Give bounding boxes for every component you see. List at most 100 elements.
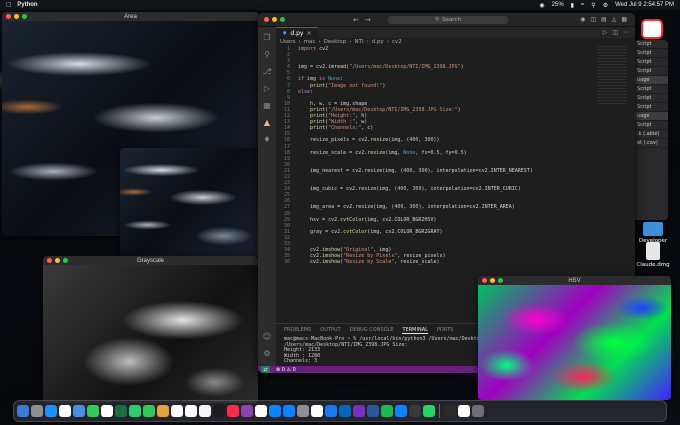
- breadcrumb-item[interactable]: Users: [280, 39, 295, 45]
- news-icon[interactable]: [255, 405, 267, 417]
- list-item[interactable]: Script: [635, 94, 668, 103]
- recent-window-icon[interactable]: [444, 405, 456, 417]
- list-item[interactable]: Script: [635, 58, 668, 67]
- close-button[interactable]: [482, 278, 487, 283]
- messages-icon[interactable]: [87, 405, 99, 417]
- music-icon[interactable]: [227, 405, 239, 417]
- spotify-icon[interactable]: [381, 405, 393, 417]
- search-icon[interactable]: ⚲: [264, 50, 270, 59]
- app-store-icon[interactable]: [283, 405, 295, 417]
- list-item[interactable]: Script: [635, 40, 668, 49]
- list-item[interactable]: Script: [635, 67, 668, 76]
- finder-icon[interactable]: [17, 405, 29, 417]
- list-item[interactable]: Script: [635, 121, 668, 130]
- testing-icon[interactable]: ▲: [264, 118, 270, 127]
- split-editor-icon[interactable]: ◫: [612, 29, 618, 36]
- zoom-button[interactable]: [280, 17, 285, 22]
- preview-icon[interactable]: [311, 405, 323, 417]
- launchpad-icon[interactable]: [31, 405, 43, 417]
- search-icon[interactable]: ⚲: [591, 2, 595, 9]
- minimize-button[interactable]: [55, 258, 60, 263]
- wifi-icon[interactable]: ≈: [581, 2, 584, 8]
- claude-dmg[interactable]: Claude.dmg: [633, 242, 673, 268]
- close-button[interactable]: [264, 17, 269, 22]
- breadcrumb-item[interactable]: cv2: [392, 39, 402, 45]
- remote-icon[interactable]: ⇄: [261, 366, 270, 373]
- podcasts-icon[interactable]: [241, 405, 253, 417]
- zoom-video-icon[interactable]: [395, 405, 407, 417]
- calendar-icon[interactable]: [171, 405, 183, 417]
- copilot-icon[interactable]: ◉: [580, 16, 585, 23]
- list-item[interactable]: uage: [635, 76, 668, 85]
- photos-icon[interactable]: [101, 405, 113, 417]
- vscode-dock-icon[interactable]: [339, 405, 351, 417]
- more-actions-icon[interactable]: ⋯: [623, 29, 629, 36]
- run-debug-icon[interactable]: ▷: [264, 84, 270, 93]
- layout-sidebar-icon[interactable]: ◫: [590, 16, 596, 23]
- list-item[interactable]: Script: [635, 49, 668, 58]
- breadcrumb-item[interactable]: NTI: [354, 39, 363, 45]
- minimize-button[interactable]: [490, 278, 495, 283]
- zoom-app-icon[interactable]: [73, 405, 85, 417]
- apple-icon[interactable]: : [6, 2, 11, 9]
- whatsapp-icon[interactable]: [423, 405, 435, 417]
- layout-panel-icon[interactable]: ▤: [601, 16, 607, 23]
- account-icon[interactable]: ☺: [263, 332, 271, 341]
- panel-tab-debug-console[interactable]: DEBUG CONSOLE: [350, 327, 394, 334]
- apple-tv-icon[interactable]: [213, 405, 225, 417]
- tab-d-py[interactable]: ♦ d.py ×: [276, 27, 318, 38]
- minimize-button[interactable]: [272, 17, 277, 22]
- minimap[interactable]: [597, 46, 627, 106]
- list-item[interactable]: .k (.abie): [635, 130, 668, 139]
- notes-icon[interactable]: [157, 405, 169, 417]
- grayscale-titlebar[interactable]: Grayscale: [43, 256, 258, 265]
- vscode-titlebar[interactable]: ← → ⚲ Search ◉ ◫ ▤ ◬ ▦: [258, 13, 635, 27]
- area-titlebar[interactable]: Area: [2, 12, 259, 21]
- battery-icon[interactable]: ▮: [571, 2, 574, 9]
- close-button[interactable]: [47, 258, 52, 263]
- customize-layout-icon[interactable]: ▦: [621, 16, 627, 23]
- close-button[interactable]: [6, 14, 11, 19]
- record-icon[interactable]: ◉: [539, 2, 544, 9]
- utility-icon[interactable]: [409, 405, 421, 417]
- list-item[interactable]: Script: [635, 85, 668, 94]
- developer-folder[interactable]: Developer: [633, 222, 673, 244]
- minimize-button[interactable]: [14, 14, 19, 19]
- breadcrumb-item[interactable]: mac: [304, 39, 316, 45]
- list-item[interactable]: Script: [635, 103, 668, 112]
- safari-icon[interactable]: [45, 405, 57, 417]
- resize-window[interactable]: [120, 148, 258, 258]
- settings-gear-icon[interactable]: ⚙: [263, 349, 270, 358]
- panel-tab-output[interactable]: OUTPUT: [320, 327, 340, 334]
- visual-studio-icon[interactable]: [353, 405, 365, 417]
- zoom-button[interactable]: [498, 278, 503, 283]
- extensions-icon[interactable]: ▦: [263, 101, 271, 110]
- forward-arrow-icon[interactable]: →: [365, 16, 371, 24]
- panel-tab-problems[interactable]: PROBLEMS: [284, 327, 311, 334]
- facetime-icon[interactable]: [143, 405, 155, 417]
- hsv-titlebar[interactable]: HSV: [478, 276, 671, 285]
- list-item[interactable]: at (.cav): [635, 139, 668, 148]
- command-search[interactable]: ⚲ Search: [388, 16, 508, 24]
- breadcrumb-item[interactable]: d.py: [372, 39, 384, 45]
- active-app-name[interactable]: Python: [17, 2, 37, 8]
- downloads-stack-icon[interactable]: [458, 405, 470, 417]
- zoom-button[interactable]: [63, 258, 68, 263]
- source-control-icon[interactable]: ⎇: [262, 67, 271, 76]
- trash-icon[interactable]: [472, 405, 484, 417]
- layout-right-icon[interactable]: ◬: [612, 16, 617, 23]
- canva-icon[interactable]: [325, 405, 337, 417]
- back-arrow-icon[interactable]: ←: [353, 16, 359, 24]
- zoom-button[interactable]: [22, 14, 27, 19]
- list-item[interactable]: uage: [635, 112, 668, 121]
- run-python-file-icon[interactable]: ▷: [603, 29, 608, 36]
- pdf-app-icon[interactable]: [641, 19, 663, 39]
- excel-icon[interactable]: [115, 405, 127, 417]
- reminders-icon[interactable]: [185, 405, 197, 417]
- hsv-window[interactable]: HSV: [478, 276, 671, 400]
- code-line[interactable]: 36 cv2.imshow("Resize by Scale", resize_…: [276, 259, 585, 265]
- system-settings-icon[interactable]: [297, 405, 309, 417]
- chrome-icon[interactable]: [59, 405, 71, 417]
- messenger-icon[interactable]: [269, 405, 281, 417]
- explorer-icon[interactable]: ❐: [263, 33, 270, 42]
